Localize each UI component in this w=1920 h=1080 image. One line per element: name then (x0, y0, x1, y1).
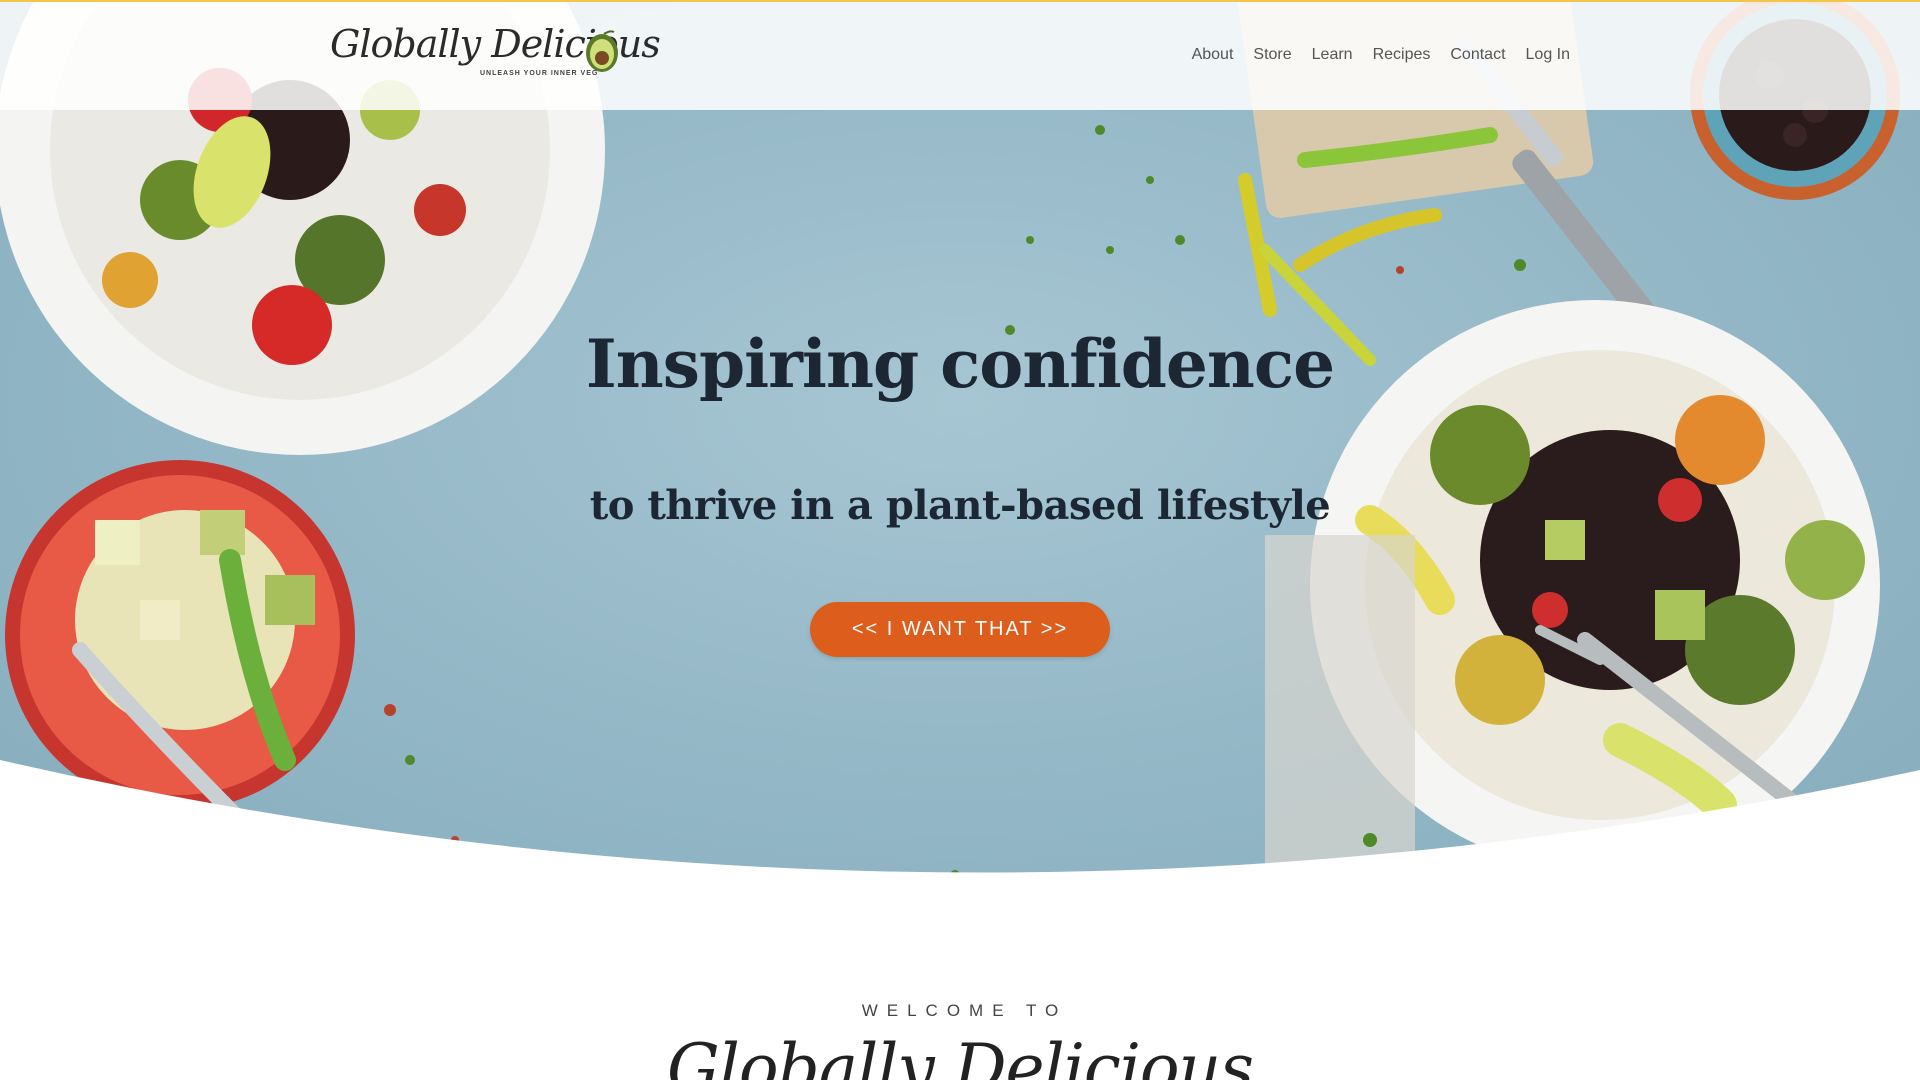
nav-log-in[interactable]: Log In (1516, 46, 1580, 64)
welcome-brand-wordmark: Globally Delicious (666, 1030, 1254, 1080)
nav-learn[interactable]: Learn (1302, 46, 1363, 64)
nav-contact[interactable]: Contact (1440, 46, 1515, 64)
hero-subtitle: to thrive in a plant-based lifestyle (589, 482, 1331, 529)
welcome-eyebrow: WELCOME TO (861, 1001, 1068, 1020)
avocado-icon (586, 30, 618, 72)
site-header: Globally Delicious UNLEASH YOUR INNER VE… (0, 0, 1920, 110)
nav-about[interactable]: About (1182, 46, 1244, 64)
hero-title: Inspiring confidence (585, 325, 1335, 403)
main-nav: About Store Learn Recipes Contact Log In (1182, 46, 1580, 64)
hero-section: Inspiring confidence to thrive in a plan… (0, 0, 1920, 895)
hero-bottom-curve (0, 760, 1920, 895)
nav-recipes[interactable]: Recipes (1363, 46, 1441, 64)
nav-store[interactable]: Store (1243, 46, 1301, 64)
i-want-that-button[interactable]: << I WANT THAT >> (810, 602, 1110, 657)
logo[interactable]: Globally Delicious UNLEASH YOUR INNER VE… (330, 22, 661, 92)
